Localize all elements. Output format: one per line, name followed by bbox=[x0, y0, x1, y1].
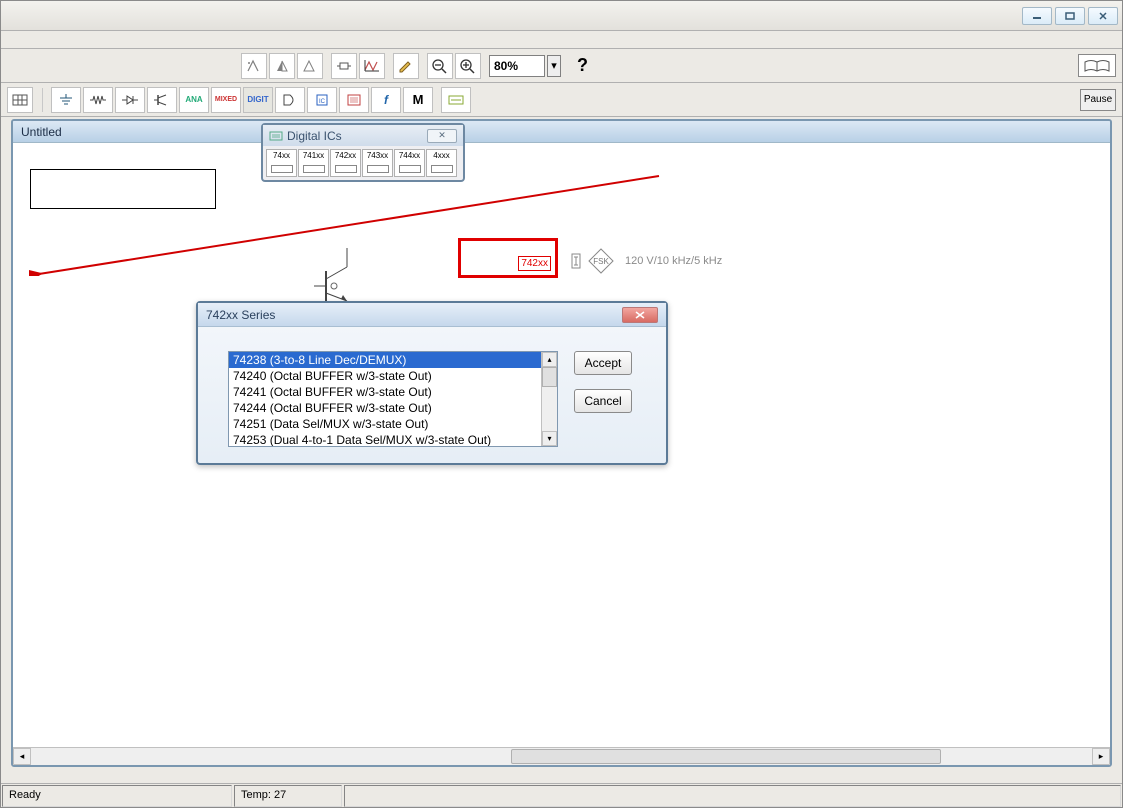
tool-mirror-button[interactable] bbox=[269, 53, 295, 79]
window-close-button[interactable] bbox=[1088, 7, 1118, 25]
series-listbox[interactable]: 74238 (3-to-8 Line Dec/DEMUX)74240 (Octa… bbox=[228, 351, 558, 447]
instrument-tool-button[interactable] bbox=[441, 87, 471, 113]
digital-ic-743xx-button[interactable]: 743xx bbox=[362, 149, 393, 177]
tool-edit-button[interactable] bbox=[393, 53, 419, 79]
digital-ics-title: Digital ICs bbox=[287, 129, 342, 143]
mixed-tool-button[interactable]: MIXED bbox=[211, 87, 241, 113]
document-title: Untitled bbox=[21, 125, 62, 139]
transistor-tool-button[interactable] bbox=[147, 87, 177, 113]
status-bar: Ready Temp: 27 bbox=[1, 783, 1122, 807]
diode-tool-button[interactable] bbox=[115, 87, 145, 113]
list-item[interactable]: 74251 (Data Sel/MUX w/3-state Out) bbox=[229, 416, 541, 432]
status-ready: Ready bbox=[2, 785, 232, 807]
tool-component-button[interactable] bbox=[331, 53, 357, 79]
app-window: ▾ ? ANA MIXED DIGIT IC bbox=[0, 0, 1123, 808]
series-dialog: 742xx Series 74238 (3-to-8 Line Dec/DEMU… bbox=[196, 301, 668, 465]
manual-icon[interactable] bbox=[1078, 54, 1116, 77]
digital-ics-close-button[interactable]: ✕ bbox=[427, 129, 457, 143]
gate-tool-button[interactable] bbox=[275, 87, 305, 113]
ana-tool-button[interactable]: ANA bbox=[179, 87, 209, 113]
display-tool-button[interactable] bbox=[339, 87, 369, 113]
series-dialog-titlebar[interactable]: 742xx Series bbox=[198, 303, 666, 327]
grid-tool-button[interactable] bbox=[7, 87, 33, 113]
status-empty bbox=[344, 785, 1121, 807]
digit-tool-button[interactable]: DIGIT bbox=[243, 87, 273, 113]
resistor-tool-button[interactable] bbox=[83, 87, 113, 113]
hscroll-thumb[interactable] bbox=[511, 749, 941, 764]
fsk-text: 120 V/10 kHz/5 kHz bbox=[625, 255, 722, 267]
listbox-scroll-thumb[interactable] bbox=[542, 367, 557, 387]
digital-ic-74xx-button[interactable]: 74xx bbox=[266, 149, 297, 177]
digital-ic-742xx-button[interactable]: 742xx bbox=[330, 149, 361, 177]
svg-text:IC: IC bbox=[319, 99, 326, 105]
horizontal-scrollbar[interactable]: ◂ ▸ bbox=[13, 747, 1110, 765]
list-item[interactable]: 74240 (Octal BUFFER w/3-state Out) bbox=[229, 368, 541, 384]
toolbar-parts: ANA MIXED DIGIT IC f M Pause bbox=[1, 83, 1122, 117]
function-tool-button[interactable]: f bbox=[371, 87, 401, 113]
list-item[interactable]: 74238 (3-to-8 Line Dec/DEMUX) bbox=[229, 352, 541, 368]
series-dialog-close-button[interactable] bbox=[622, 307, 658, 323]
tool-rotate-left-button[interactable] bbox=[241, 53, 267, 79]
window-titlebar bbox=[1, 1, 1122, 31]
series-dialog-title: 742xx Series bbox=[206, 308, 275, 322]
zoom-input[interactable] bbox=[489, 55, 545, 77]
highlighted-742xx-label: 742xx bbox=[518, 256, 551, 271]
toolbar-primary: ▾ ? bbox=[1, 49, 1122, 83]
status-temp: Temp: 27 bbox=[234, 785, 342, 807]
pause-button[interactable]: Pause bbox=[1080, 89, 1116, 111]
m-tool-button[interactable]: M bbox=[403, 87, 433, 113]
window-minimize-button[interactable] bbox=[1022, 7, 1052, 25]
digital-ic-741xx-button[interactable]: 741xx bbox=[298, 149, 329, 177]
ground-tool-button[interactable] bbox=[51, 87, 81, 113]
chip-tool-button[interactable]: IC bbox=[307, 87, 337, 113]
listbox-scroll-up[interactable]: ▴ bbox=[542, 352, 557, 367]
zoom-dropdown-button[interactable]: ▾ bbox=[547, 55, 561, 77]
listbox-scrollbar[interactable]: ▴ ▾ bbox=[541, 352, 557, 446]
list-item[interactable]: 74253 (Dual 4-to-1 Data Sel/MUX w/3-stat… bbox=[229, 432, 541, 446]
accept-button[interactable]: Accept bbox=[574, 351, 632, 375]
help-button[interactable]: ? bbox=[577, 55, 588, 76]
list-item[interactable]: 74244 (Octal BUFFER w/3-state Out) bbox=[229, 400, 541, 416]
listbox-scroll-down[interactable]: ▾ bbox=[542, 431, 557, 446]
document-titlebar: Untitled bbox=[13, 121, 1110, 143]
hscroll-left-arrow[interactable]: ◂ bbox=[13, 748, 31, 765]
cancel-button[interactable]: Cancel bbox=[574, 389, 632, 413]
digital-ics-titlebar[interactable]: Digital ICs ✕ bbox=[263, 125, 463, 146]
digital-ic-4xxx-button[interactable]: 4xxx bbox=[426, 149, 457, 177]
digital-ics-panel: Digital ICs ✕ 74xx741xx742xx743xx744xx4x… bbox=[261, 123, 465, 182]
window-maximize-button[interactable] bbox=[1055, 7, 1085, 25]
zoom-out-button[interactable] bbox=[427, 53, 453, 79]
hscroll-right-arrow[interactable]: ▸ bbox=[1092, 748, 1110, 765]
digital-ic-744xx-button[interactable]: 744xx bbox=[394, 149, 425, 177]
fsk-component[interactable]: FSK 120 V/10 kHz/5 kHz bbox=[571, 245, 722, 277]
canvas-panel-box bbox=[30, 169, 216, 209]
svg-text:FSK: FSK bbox=[593, 257, 609, 266]
tool-rotate-right-button[interactable] bbox=[297, 53, 323, 79]
zoom-in-button[interactable] bbox=[455, 53, 481, 79]
list-item[interactable]: 74241 (Octal BUFFER w/3-state Out) bbox=[229, 384, 541, 400]
tool-graph-button[interactable] bbox=[359, 53, 385, 79]
highlighted-742xx-box: 742xx bbox=[458, 238, 558, 278]
transistor-symbol[interactable] bbox=[313, 243, 358, 303]
